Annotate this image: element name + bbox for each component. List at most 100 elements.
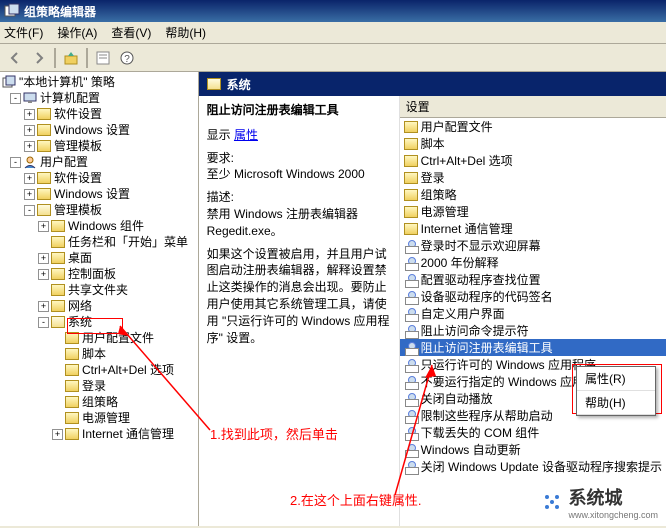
user-icon xyxy=(23,155,37,169)
expand-toggle[interactable]: + xyxy=(38,253,49,264)
tree-win[interactable]: Windows 设置 xyxy=(54,122,130,138)
list-item[interactable]: 阻止访问注册表编辑工具 xyxy=(400,339,666,356)
tree-inet[interactable]: Internet 通信管理 xyxy=(82,426,174,442)
list-item[interactable]: 用户配置文件 xyxy=(400,118,666,135)
desc-text1: 禁用 Windows 注册表编辑器 Regedit.exe。 xyxy=(207,207,358,238)
tree-user[interactable]: 用户配置 xyxy=(40,154,88,170)
expand-toggle[interactable]: + xyxy=(24,173,35,184)
tree-script[interactable]: 脚本 xyxy=(82,346,106,362)
expand-toggle[interactable]: + xyxy=(38,301,49,312)
tree-taskbar[interactable]: 任务栏和「开始」菜单 xyxy=(68,234,188,250)
watermark: 系统城 www.xitongcheng.com xyxy=(540,484,658,520)
tree-cad[interactable]: Ctrl+Alt+Del 选项 xyxy=(82,362,174,378)
expand-toggle[interactable]: + xyxy=(24,189,35,200)
list-item[interactable]: 关闭 Windows Update 设备驱动程序搜索提示 xyxy=(400,458,666,475)
list-item[interactable]: 登录 xyxy=(400,169,666,186)
list-item[interactable]: 登录时不显示欢迎屏幕 xyxy=(400,237,666,254)
folder-icon xyxy=(404,138,418,150)
tree-desktop[interactable]: 桌面 xyxy=(68,250,92,266)
expand-toggle[interactable]: - xyxy=(24,205,35,216)
expand-toggle[interactable]: + xyxy=(38,221,49,232)
tree-admin[interactable]: 管理模板 xyxy=(54,138,102,154)
menu-file[interactable]: 文件(F) xyxy=(4,24,43,41)
expand-toggle[interactable]: + xyxy=(24,141,35,152)
expand-toggle[interactable]: + xyxy=(38,269,49,280)
computer-icon xyxy=(23,91,37,105)
tree-win2[interactable]: Windows 设置 xyxy=(54,186,130,202)
policy-setting-icon xyxy=(404,256,418,270)
list-item-label: Internet 通信管理 xyxy=(421,220,513,237)
folder-icon xyxy=(65,364,79,376)
properties-link[interactable]: 属性 xyxy=(234,128,258,142)
expand-toggle[interactable]: + xyxy=(24,125,35,136)
list-item-label: 配置驱动程序查找位置 xyxy=(421,271,541,288)
list-item[interactable]: 组策略 xyxy=(400,186,666,203)
list-item[interactable]: Windows 自动更新 xyxy=(400,441,666,458)
menu-view[interactable]: 查看(V) xyxy=(111,24,151,41)
settings-list[interactable]: 设置 用户配置文件脚本Ctrl+Alt+Del 选项登录组策略电源管理Inter… xyxy=(399,96,666,526)
folder-open-icon xyxy=(51,316,65,328)
list-item[interactable]: 阻止访问命令提示符 xyxy=(400,322,666,339)
policy-setting-icon xyxy=(404,307,418,321)
policy-setting-icon xyxy=(404,460,418,474)
expand-toggle[interactable]: - xyxy=(38,317,49,328)
back-button[interactable] xyxy=(4,47,26,69)
list-item[interactable]: 脚本 xyxy=(400,135,666,152)
menu-action[interactable]: 操作(A) xyxy=(57,24,97,41)
tree-root[interactable]: "本地计算机" 策略 xyxy=(19,74,115,90)
list-item[interactable]: Ctrl+Alt+Del 选项 xyxy=(400,152,666,169)
expand-toggle[interactable]: + xyxy=(24,109,35,120)
list-item[interactable]: 电源管理 xyxy=(400,203,666,220)
folder-icon xyxy=(37,172,51,184)
list-item-label: 2000 年份解释 xyxy=(421,254,499,271)
tree-system[interactable]: 系统 xyxy=(68,314,92,330)
app-icon xyxy=(4,3,20,19)
list-item-label: 登录 xyxy=(421,169,445,186)
tree-network[interactable]: 网络 xyxy=(68,298,92,314)
toolbar-separator xyxy=(54,48,56,68)
folder-icon xyxy=(51,252,65,264)
list-header[interactable]: 设置 xyxy=(400,96,666,118)
tree-wincomp[interactable]: Windows 组件 xyxy=(68,218,144,234)
tree-gpolicy[interactable]: 组策略 xyxy=(82,394,118,410)
properties-button[interactable] xyxy=(92,47,114,69)
list-item-label: 用户配置文件 xyxy=(421,118,493,135)
tree-shared[interactable]: 共享文件夹 xyxy=(68,282,128,298)
up-button[interactable] xyxy=(60,47,82,69)
list-item[interactable]: 2000 年份解释 xyxy=(400,254,666,271)
forward-button[interactable] xyxy=(28,47,50,69)
folder-icon xyxy=(65,380,79,392)
watermark-sub: www.xitongcheng.com xyxy=(568,510,658,520)
list-item[interactable]: 自定义用户界面 xyxy=(400,305,666,322)
list-item-label: 阻止访问注册表编辑工具 xyxy=(421,339,553,356)
policy-setting-icon xyxy=(404,409,418,423)
context-help[interactable]: 帮助(H) xyxy=(577,391,655,415)
description-panel: 阻止访问注册表编辑工具 显示 属性 要求:至少 Microsoft Window… xyxy=(199,96,399,526)
folder-icon xyxy=(65,396,79,408)
list-item[interactable]: 配置驱动程序查找位置 xyxy=(400,271,666,288)
list-item[interactable]: Internet 通信管理 xyxy=(400,220,666,237)
list-item[interactable]: 下载丢失的 COM 组件 xyxy=(400,424,666,441)
tree-soft2[interactable]: 软件设置 xyxy=(54,170,102,186)
menu-help[interactable]: 帮助(H) xyxy=(165,24,206,41)
expand-toggle[interactable]: - xyxy=(10,157,21,168)
tree-computer[interactable]: 计算机配置 xyxy=(40,90,100,106)
tree-soft[interactable]: 软件设置 xyxy=(54,106,102,122)
tree-view[interactable]: "本地计算机" 策略 - 计算机配置 + 软件设置 + Windows 设置 + 管理模… xyxy=(0,72,199,526)
folder-icon xyxy=(51,284,65,296)
folder-icon xyxy=(37,108,51,120)
tree-admin2[interactable]: 管理模板 xyxy=(54,202,102,218)
folder-icon xyxy=(37,188,51,200)
list-item-label: 限制这些程序从帮助启动 xyxy=(421,407,553,424)
context-properties[interactable]: 属性(R) xyxy=(577,367,655,391)
expand-toggle[interactable]: + xyxy=(52,429,63,440)
content-title: 系统 xyxy=(227,76,251,93)
tree-userprof[interactable]: 用户配置文件 xyxy=(82,330,154,346)
help-button[interactable]: ? xyxy=(116,47,138,69)
expand-toggle[interactable]: - xyxy=(10,93,21,104)
list-item[interactable]: 设备驱动程序的代码签名 xyxy=(400,288,666,305)
tree-power[interactable]: 电源管理 xyxy=(82,410,130,426)
tree-logon[interactable]: 登录 xyxy=(82,378,106,394)
desc-label: 描述: xyxy=(207,190,234,204)
tree-cpanel[interactable]: 控制面板 xyxy=(68,266,116,282)
